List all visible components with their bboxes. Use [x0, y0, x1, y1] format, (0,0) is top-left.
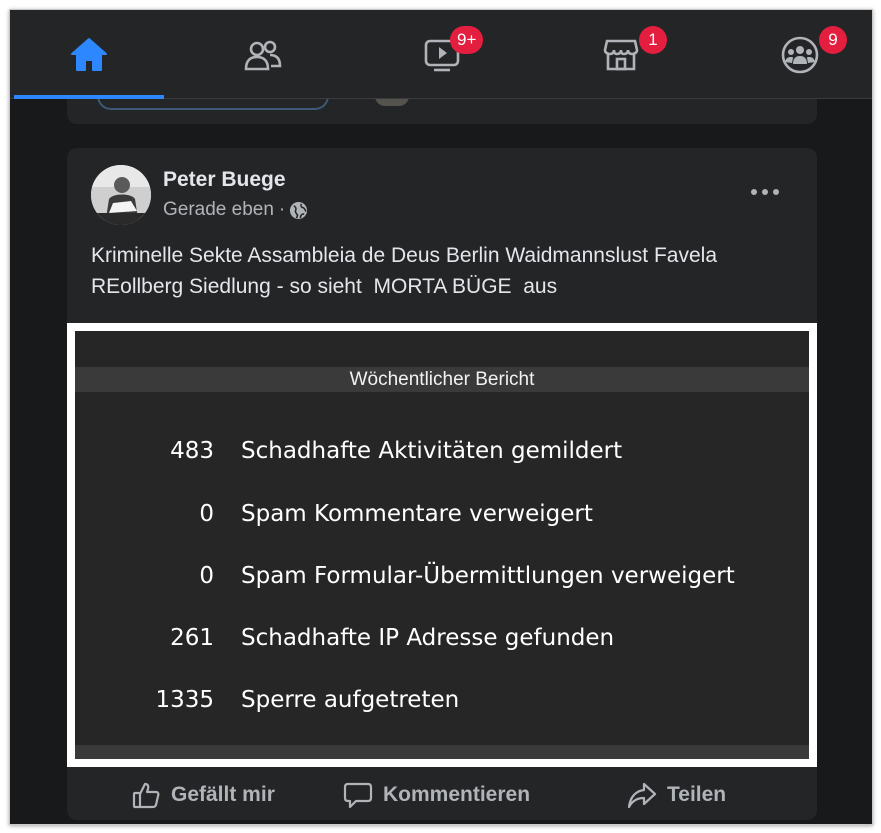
report-row: 0 Spam Kommentare verweigert: [75, 497, 809, 531]
like-button[interactable]: Gefällt mir: [131, 769, 275, 820]
report-value: 1335: [155, 687, 214, 713]
tab-home[interactable]: [14, 10, 164, 99]
friends-icon: [244, 40, 282, 70]
tab-groups[interactable]: 9: [725, 10, 872, 99]
report-value: 0: [199, 563, 214, 589]
post-image[interactable]: Wöchentlicher Bericht 483 Schadhafte Akt…: [67, 323, 817, 767]
watch-badge: 9+: [450, 26, 484, 54]
report-label: Schadhafte Aktivitäten gemildert: [241, 438, 623, 464]
share-label: Teilen: [667, 782, 727, 806]
thumbs-up-icon: [132, 782, 160, 808]
report-row: 0 Spam Formular-Übermittlungen verweiger…: [75, 559, 809, 593]
author-name[interactable]: Peter Buege: [163, 168, 286, 192]
comment-label: Kommentieren: [383, 782, 531, 806]
post-card: Peter Buege Gerade eben · Kriminelle Sek…: [67, 148, 817, 820]
marketplace-icon: [603, 39, 639, 70]
like-label: Gefällt mir: [171, 782, 275, 806]
dot-icon: [762, 189, 768, 195]
comment-button[interactable]: Kommentieren: [343, 769, 530, 820]
post-actions: Gefällt mir Kommentieren Teilen: [67, 769, 817, 820]
report-footer-bar: [75, 745, 809, 759]
dot-icon: [751, 189, 757, 195]
tab-watch[interactable]: 9+: [367, 10, 517, 99]
report-label: Spam Formular-Übermittlungen verweigert: [241, 563, 735, 589]
avatar-photo: [91, 165, 151, 225]
report-title: Wöchentlicher Bericht: [75, 367, 809, 392]
report-value: 261: [170, 625, 214, 651]
tab-marketplace[interactable]: 1: [546, 10, 696, 99]
report-row: 261 Schadhafte IP Adresse gefunden: [75, 621, 809, 655]
report-label: Spam Kommentare verweigert: [241, 501, 593, 527]
report-label: Sperre aufgetreten: [241, 687, 460, 713]
groups-badge: 9: [819, 26, 847, 54]
app-window: 9+ 1 9 Peter Buege Gerade eben · Krimine…: [9, 9, 873, 825]
top-navigation: 9+ 1 9: [10, 10, 872, 99]
share-icon: [627, 782, 657, 808]
globe-icon: [290, 201, 308, 219]
report-value: 483: [170, 438, 214, 464]
meta-separator: ·: [278, 199, 286, 220]
report-label: Schadhafte IP Adresse gefunden: [241, 625, 615, 651]
post-text: Kriminelle Sekte Assambleia de Deus Berl…: [91, 244, 723, 298]
avatar[interactable]: [91, 165, 151, 225]
share-button[interactable]: Teilen: [627, 769, 726, 820]
tab-friends[interactable]: [188, 10, 338, 99]
post-meta: Gerade eben ·: [163, 199, 308, 221]
report-value: 0: [199, 501, 214, 527]
home-icon: [71, 37, 107, 71]
more-options-button[interactable]: [751, 186, 779, 198]
report-screenshot: Wöchentlicher Bericht 483 Schadhafte Akt…: [75, 331, 809, 759]
post-timestamp[interactable]: Gerade eben: [163, 199, 274, 221]
groups-icon: [781, 36, 819, 73]
dot-icon: [773, 189, 779, 195]
report-row: 1335 Sperre aufgetreten: [75, 683, 809, 717]
report-row: 483 Schadhafte Aktivitäten gemildert: [75, 434, 809, 468]
comment-icon: [343, 782, 373, 808]
marketplace-badge: 1: [639, 26, 667, 54]
